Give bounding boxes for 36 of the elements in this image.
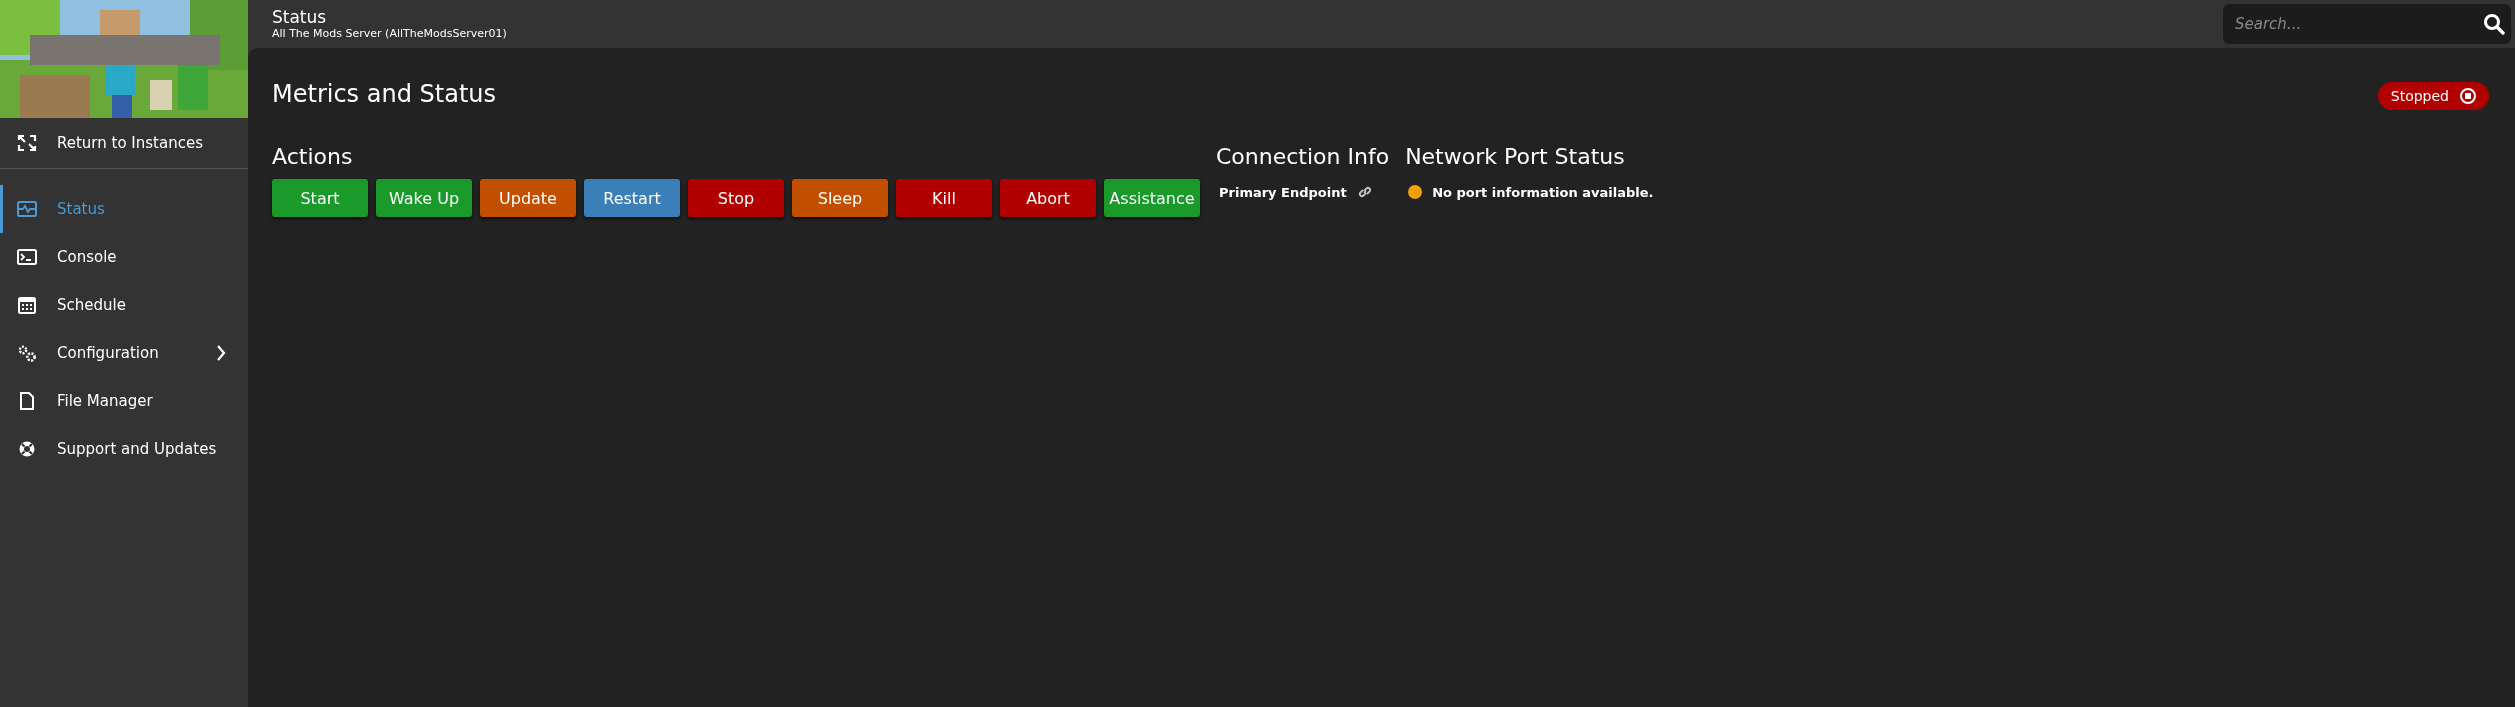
action-button[interactable]: Kill [896,179,992,217]
pulse-icon [17,200,37,218]
lifebuoy-icon [17,440,37,458]
action-button[interactable]: Wake Up [376,179,472,217]
section-heading: Connection Info [1216,144,1390,169]
document-icon [17,392,37,410]
section-heading: Network Port Status [1405,144,1626,169]
action-button[interactable]: Restart [584,179,680,217]
stop-icon [2459,87,2477,105]
port-status-text: No port information available. [1432,184,1654,200]
sidebar-item[interactable]: Console [0,233,248,281]
gears-icon [17,344,37,362]
action-button[interactable]: Sleep [792,179,888,217]
expand-icon [17,134,37,152]
search-icon [2483,13,2505,35]
sidebar-item[interactable]: Schedule [0,281,248,329]
search-field[interactable]: Search... [2223,4,2511,44]
action-button[interactable]: Assistance [1104,179,1200,217]
sidebar-item[interactable]: Support and Updates [0,425,248,473]
section-title: Metrics and Status [272,80,496,108]
section-heading: Actions [272,144,354,169]
chevron-right-icon [216,345,226,361]
action-button[interactable]: Abort [1000,179,1096,217]
sidebar-item[interactable]: File Manager [0,377,248,425]
calendar-icon [17,296,37,314]
sidebar-item[interactable]: Configuration [0,329,248,377]
link-icon [1356,184,1373,200]
action-button[interactable]: Start [272,179,368,217]
endpoint-label: Primary Endpoint [1219,184,1347,200]
action-button[interactable]: Update [480,179,576,217]
instance-name: All The Mods Server (AllTheModsServer01) [272,27,507,41]
status-badge: Stopped [2377,82,2489,110]
sidebar-item[interactable]: Return to Instances [0,118,248,168]
action-button[interactable]: Stop [688,179,784,217]
page-title: Status [272,7,328,27]
terminal-icon [17,248,37,266]
